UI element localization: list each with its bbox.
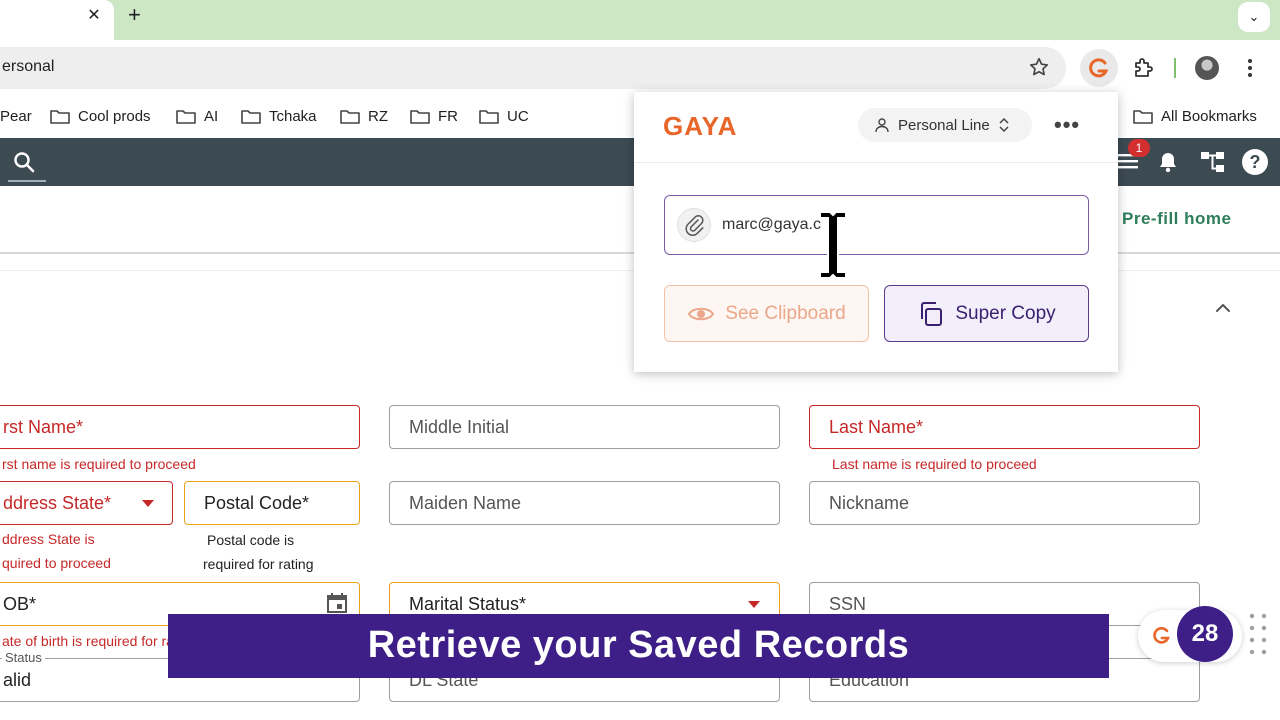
search-icon[interactable] [12,150,36,174]
super-copy-label: Super Copy [955,302,1056,324]
first-name-label: rst Name* [3,416,84,437]
bookmark-star-icon[interactable] [1028,56,1050,78]
profile-avatar[interactable] [1195,56,1219,80]
prefill-home-button[interactable]: Pre-fill home [1122,209,1231,229]
postal-code-helper-cont: required for rating [203,556,314,572]
gaya-g-icon [1153,627,1170,644]
eye-icon [688,307,715,320]
bookmark-label: AI [204,107,219,125]
bookmark-uc[interactable]: UC [479,107,529,125]
bookmark-ai[interactable]: AI [176,107,218,125]
tab-strip [0,0,1280,40]
caret-down-icon [142,500,154,507]
chevron-updown-icon [999,117,1009,133]
bookmark-label: Tchaka [269,107,317,125]
person-icon [875,118,889,133]
video-caption: Retrieve your Saved Records [168,614,1109,678]
last-name-field[interactable]: Last Name* [809,405,1200,449]
maiden-name-field[interactable]: Maiden Name [389,481,780,525]
drag-handle-icon[interactable] [1248,612,1268,658]
toolbar-separator [1174,58,1176,78]
super-copy-button[interactable]: Super Copy [884,285,1089,342]
bookmark-label: Cool prods [78,107,151,125]
see-clipboard-label: See Clipboard [725,302,846,324]
popup-divider [634,162,1118,163]
bell-icon[interactable] [1156,150,1180,174]
line-selector[interactable]: Personal Line [858,108,1032,142]
folder-icon [241,109,261,124]
nickname-field[interactable]: Nickname [809,481,1200,525]
browser-menu-icon[interactable] [1242,56,1258,80]
bookmark-tchaka[interactable]: Tchaka [241,107,317,125]
bookmark-label: FR [438,107,458,125]
maiden-name-label: Maiden Name [409,492,522,513]
saved-records-count[interactable]: 28 [1177,606,1233,662]
bookmark-label: UC [507,107,529,125]
folder-icon [410,109,430,124]
copy-icon [921,301,943,326]
gaya-extension-button[interactable] [1080,49,1118,87]
first-name-field[interactable]: rst Name* [0,405,360,449]
search-underline [8,180,46,182]
calendar-icon[interactable] [326,592,348,614]
gaya-logo: GAYA [663,111,738,141]
text-cursor-icon [819,211,847,279]
notification-badge: 1 [1128,139,1150,157]
marital-status-label: Marital Status* [409,593,527,614]
folder-icon [176,109,196,124]
bookmark-pear[interactable]: Pear [0,107,32,125]
help-icon[interactable]: ? [1242,149,1268,175]
bookmark-cool-prods[interactable]: Cool prods [50,107,151,125]
bookmark-label: All Bookmarks [1161,107,1257,125]
bookmark-label: Pear [0,107,32,125]
first-name-error: rst name is required to proceed [2,456,196,472]
folder-icon [50,109,70,124]
tab-search-button[interactable]: ⌄ [1238,2,1270,32]
postal-code-field[interactable]: Postal Code* [184,481,360,525]
extensions-puzzle-icon[interactable] [1131,56,1155,80]
folder-icon [1133,109,1153,124]
address-state-label: ddress State* [3,492,112,513]
more-options-icon[interactable]: ••• [1054,112,1080,138]
bookmark-fr[interactable]: FR [410,107,458,125]
folder-icon [479,109,499,124]
attach-button[interactable] [677,208,711,242]
see-clipboard-button[interactable]: See Clipboard [664,285,869,342]
bookmark-rz[interactable]: RZ [340,107,388,125]
address-state-error-cont: quired to proceed [2,555,111,571]
org-chart-icon[interactable] [1200,150,1226,174]
address-bar-text[interactable]: ersonal [2,58,54,76]
all-bookmarks[interactable]: All Bookmarks [1133,107,1257,125]
dob-label: OB* [3,593,37,614]
tab-close-icon[interactable]: ✕ [86,5,102,25]
address-bar[interactable] [0,47,1066,89]
bookmark-label: RZ [368,107,388,125]
postal-code-helper: Postal code is [207,532,295,548]
paperclip-icon [685,215,704,236]
dl-status-value: alid [3,669,32,690]
folder-icon [340,109,360,124]
ssn-label: SSN [829,593,867,614]
last-name-error: Last name is required to proceed [832,456,1037,472]
caret-down-icon [748,601,760,608]
address-state-error: ddress State is [2,531,95,547]
line-selector-label: Personal Line [898,116,990,134]
new-tab-button[interactable]: + [128,2,141,28]
dl-status-label: Status [2,650,45,665]
middle-initial-label: Middle Initial [409,416,510,437]
last-name-label: Last Name* [829,416,924,437]
nickname-label: Nickname [829,492,910,513]
middle-initial-field[interactable]: Middle Initial [389,405,780,449]
gaya-g-icon [1089,58,1109,78]
postal-code-label: Postal Code* [204,492,310,513]
chevron-up-icon[interactable] [1212,298,1234,318]
